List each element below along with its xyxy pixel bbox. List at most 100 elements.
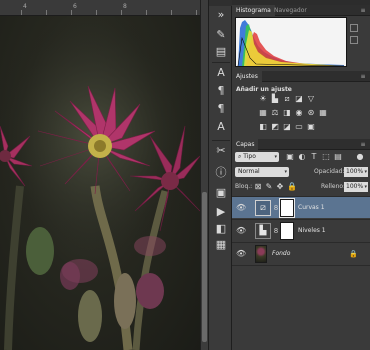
color-lookup-icon[interactable]: ▦ [318,108,328,118]
blend-row: Normal ▾ Opacidad: 100% ▾ [235,167,368,177]
link-chain-icon[interactable]: 8 [273,203,279,213]
horizontal-ruler: 4 6 8 [0,0,200,16]
threshold-icon[interactable]: ◪ [282,122,292,132]
shape-filter-icon[interactable]: ⬚ [321,152,331,162]
layers-tabbar: Capas ≡ [232,139,370,150]
swap-arrows-icon[interactable]: » [214,8,228,22]
paragraph-styles-icon[interactable]: ¶ [214,102,228,116]
character-icon[interactable]: A [214,66,228,80]
levels-adjustment-icon: ▙ [255,223,271,239]
fill-field[interactable]: 100% ▾ [344,182,368,192]
adjustments-tabbar: Ajustes ≡ [232,71,370,82]
visibility-eye-icon[interactable]: 👁 [236,203,246,213]
filter-kind-value: Tipo [243,153,256,160]
black-white-icon[interactable]: ◨ [282,108,292,118]
visibility-eye-icon[interactable]: 👁 [236,226,246,236]
brush-settings-icon[interactable]: ✎ [214,28,228,42]
layer-name: Niveles 1 [298,227,326,234]
opacity-label: Opacidad: [314,168,345,175]
panel-menu-icon[interactable]: ≡ [359,7,367,14]
tool-presets-icon[interactable]: ✂ [214,144,228,158]
filter-toggle-icon[interactable]: ● [355,152,365,162]
histogram-tabbar: Histograma Navegador ≡ [232,5,370,16]
lock-row: Bloq.: ⊠ ✎ ✥ 🔒 Relleno: 100% ▾ [235,182,368,192]
tab-adjustments[interactable]: Ajustes [232,71,262,82]
panel-dock-strip: » ✎ ▤ A ¶ ¶ A ✂ ⓘ ▣ ▶ ◧ ▦ [208,0,233,350]
paragraph-icon[interactable]: ¶ [214,84,228,98]
warning-icon[interactable] [350,36,358,44]
brightness-icon[interactable]: ☀ [258,94,268,104]
layer-filter-row: ⌕ Tipo ▾ ▣ ◐ T ⬚ ▤ ● [235,152,367,162]
lock-all-icon[interactable]: 🔒 [287,182,297,192]
lock-label: Bloq.: [235,183,253,190]
panel-menu-icon[interactable]: ≡ [359,73,367,80]
navigator-icon[interactable]: ◧ [214,222,228,236]
lock-image-icon[interactable]: ✎ [264,182,274,192]
opacity-field[interactable]: 100% ▾ [344,167,368,177]
layer-mask-thumbnail[interactable] [280,222,294,240]
tab-layers[interactable]: Capas [232,139,259,150]
panels-column: Histograma Navegador ≡ Ajustes ≡ Añadir … [232,0,370,350]
layer-row-curvas[interactable]: 👁 ⧄ 8 Curvas 1 [232,196,370,218]
adjustment-row-1: ☀ ▙ ⧄ ◪ ▽ [258,94,368,104]
layer-name: Curvas 1 [298,204,325,211]
selective-color-icon[interactable]: ▣ [306,122,316,132]
hue-saturation-icon[interactable]: ▦ [258,108,268,118]
layer-row-fondo[interactable]: 👁 Fondo 🔒 [232,242,370,264]
lock-position-icon[interactable]: ✥ [275,182,285,192]
swatches-icon[interactable]: ▦ [214,238,228,252]
visibility-eye-icon[interactable]: 👁 [236,249,246,259]
blend-mode-value: Normal [238,168,260,175]
scrollbar-thumb[interactable] [202,192,207,342]
ruler-mark: 8 [123,3,127,10]
properties-icon[interactable]: ▣ [214,186,228,200]
layer-row-niveles[interactable]: 👁 ▙ 8 Niveles 1 [232,219,370,241]
flower-photo [0,16,200,350]
layer-name: Fondo [272,250,291,257]
curves-icon[interactable]: ⧄ [282,94,292,104]
invert-icon[interactable]: ◧ [258,122,268,132]
exposure-icon[interactable]: ◪ [294,94,304,104]
channel-mixer-icon[interactable]: ⊛ [306,108,316,118]
photo-filter-icon[interactable]: ◉ [294,108,304,118]
layer-image-thumbnail [255,245,267,263]
opacity-value: 100% [346,168,364,175]
character-styles-icon[interactable]: A [214,120,228,134]
adjustment-filter-icon[interactable]: ◐ [297,152,307,162]
vibrance-icon[interactable]: ▽ [306,94,316,104]
color-balance-icon[interactable]: ⚖ [270,108,280,118]
blend-mode-dropdown[interactable]: Normal ▾ [235,167,289,177]
layer-filter-dropdown[interactable]: ⌕ Tipo ▾ [235,152,279,162]
refresh-icon[interactable] [350,24,358,32]
pixel-filter-icon[interactable]: ▣ [285,152,295,162]
curves-adjustment-icon: ⧄ [255,200,271,216]
brush-panel-icon[interactable]: ▤ [214,45,228,59]
fill-label: Relleno: [321,183,346,190]
lock-icon: 🔒 [349,250,358,258]
info-icon[interactable]: ⓘ [214,166,228,180]
adjustment-row-2: ▦ ⚖ ◨ ◉ ⊛ ▦ [258,108,368,118]
tab-navigator[interactable]: Navegador [270,5,311,16]
histogram-graph [235,17,347,67]
histogram-controls [350,24,360,54]
lock-transparent-icon[interactable]: ⊠ [253,182,263,192]
layer-mask-thumbnail[interactable] [279,198,295,218]
add-adjustment-title: Añadir un ajuste [236,86,292,93]
link-chain-icon[interactable]: 8 [273,226,279,236]
levels-icon[interactable]: ▙ [270,94,280,104]
layers-empty-area[interactable] [232,265,370,350]
adjustment-row-3: ◧ ◩ ◪ ▭ ▣ [258,122,368,132]
ruler-mark: 6 [73,3,77,10]
fill-value: 100% [346,183,364,190]
type-filter-icon[interactable]: T [309,152,319,162]
panel-menu-icon[interactable]: ≡ [359,141,367,148]
document-canvas[interactable]: 4 6 8 [0,0,200,350]
tab-histogram[interactable]: Histograma [232,5,275,16]
gradient-map-icon[interactable]: ▭ [294,122,304,132]
smart-object-filter-icon[interactable]: ▤ [333,152,343,162]
posterize-icon[interactable]: ◩ [270,122,280,132]
ruler-mark: 4 [23,3,27,10]
dock-grip[interactable] [209,0,233,6]
canvas-scrollbar[interactable] [200,0,208,350]
actions-icon[interactable]: ▶ [214,205,228,219]
